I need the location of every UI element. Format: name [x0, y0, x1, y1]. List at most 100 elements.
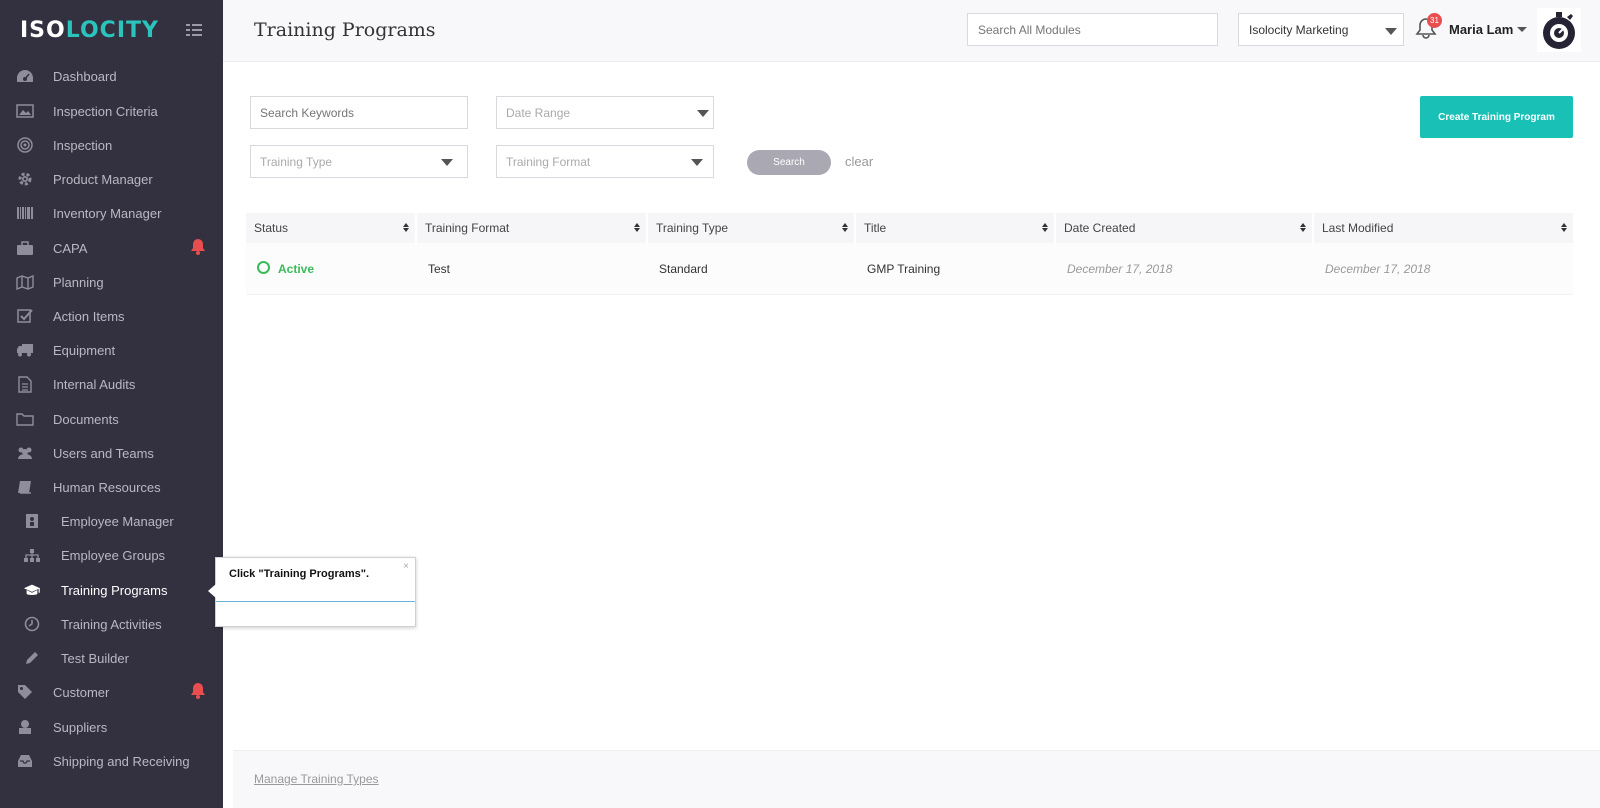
- date-range-value: Date Range: [506, 105, 571, 120]
- sidebar-item-label: Product Manager: [53, 171, 153, 187]
- table-header: Status Training Format Training Type Tit…: [246, 213, 1573, 243]
- sidebar-item-label: Employee Groups: [61, 547, 166, 563]
- table-row[interactable]: Active Test Standard GMP Training Decemb…: [246, 243, 1573, 295]
- sort-icon: [1300, 223, 1306, 233]
- id-badge-icon: [23, 512, 41, 530]
- avatar[interactable]: [1537, 8, 1581, 52]
- target-icon: [16, 136, 34, 154]
- sidebar-item-label: Users and Teams: [53, 445, 154, 461]
- date-range-select[interactable]: Date Range: [496, 96, 714, 129]
- barcode-icon: [16, 204, 34, 222]
- company-select-value: Isolocity Marketing: [1249, 23, 1349, 37]
- sidebar-item-shipping-and-receiving[interactable]: Shipping and Receiving: [0, 744, 223, 778]
- document-icon: [16, 375, 34, 393]
- notification-count-badge: 31: [1427, 13, 1442, 28]
- sidebar-item-label: Equipment: [53, 342, 116, 358]
- column-header-last-modified[interactable]: Last Modified: [1314, 213, 1573, 243]
- column-header-label: Training Type: [656, 221, 729, 235]
- logo-iso-text: ISO: [20, 18, 66, 43]
- sidebar-item-equipment[interactable]: Equipment: [0, 333, 223, 367]
- sidebar-item-label: Human Resources: [53, 479, 161, 495]
- book-icon: [16, 478, 34, 496]
- sidebar-item-employee-groups[interactable]: Employee Groups: [0, 538, 223, 572]
- menu-toggle-icon[interactable]: [186, 24, 202, 37]
- create-training-program-button[interactable]: Create Training Program: [1420, 96, 1573, 138]
- folder-icon: [16, 410, 34, 428]
- training-format-select[interactable]: Training Format: [496, 145, 714, 178]
- sidebar-item-label: Inspection: [53, 137, 113, 153]
- user-menu[interactable]: Maria Lam: [1449, 22, 1513, 37]
- close-icon[interactable]: ×: [403, 561, 409, 572]
- status-circle-icon: [257, 261, 270, 274]
- sidebar-item-label: Training Activities: [61, 616, 162, 632]
- cell-last-modified: December 17, 2018: [1325, 262, 1431, 276]
- cell-date-created: December 17, 2018: [1067, 262, 1173, 276]
- user-name: Maria Lam: [1449, 22, 1514, 37]
- sort-icon: [1042, 223, 1048, 233]
- sidebar-item-label: Training Programs: [61, 582, 168, 598]
- sidebar-item-action-items[interactable]: Action Items: [0, 299, 223, 333]
- sidebar-item-training-activities[interactable]: Training Activities: [0, 607, 223, 641]
- company-select[interactable]: Isolocity Marketing: [1238, 13, 1404, 46]
- sidebar-item-label: Inventory Manager: [53, 205, 162, 221]
- training-type-select[interactable]: Training Type: [250, 145, 468, 178]
- sidebar-item-label: Dashboard: [53, 68, 117, 84]
- column-header-title[interactable]: Title: [856, 213, 1056, 243]
- clear-link[interactable]: clear: [845, 154, 873, 169]
- sidebar-item-planning[interactable]: Planning: [0, 265, 223, 299]
- sidebar-item-test-builder[interactable]: Test Builder: [0, 641, 223, 675]
- sidebar-item-label: Test Builder: [61, 650, 129, 666]
- sidebar-item-training-programs[interactable]: Training Programs: [0, 573, 223, 607]
- column-header-label: Title: [864, 221, 887, 235]
- sidebar-item-dashboard[interactable]: Dashboard: [0, 59, 223, 93]
- sidebar-item-product-manager[interactable]: Product Manager: [0, 162, 223, 196]
- sidebar-item-suppliers[interactable]: Suppliers: [0, 710, 223, 744]
- sidebar-item-human-resources[interactable]: Human Resources: [0, 470, 223, 504]
- logo-locity-text: LOCITY: [65, 18, 159, 43]
- sidebar-item-inspection-criteria[interactable]: Inspection Criteria: [0, 94, 223, 128]
- search-all-modules-input[interactable]: [967, 13, 1218, 46]
- sidebar-item-label: Documents: [53, 411, 119, 427]
- sidebar-item-label: Employee Manager: [61, 513, 174, 529]
- sidebar-item-label: Inspection Criteria: [53, 103, 158, 119]
- sort-icon: [634, 223, 640, 233]
- search-button[interactable]: Search: [747, 150, 831, 175]
- checkbox-icon: [16, 307, 34, 325]
- column-header-status[interactable]: Status: [246, 213, 417, 243]
- alert-bell-icon[interactable]: [190, 238, 206, 258]
- top-header: Training Programs Isolocity Marketing 31…: [223, 0, 1600, 62]
- sidebar-item-inspection[interactable]: Inspection: [0, 128, 223, 162]
- sidebar-item-internal-audits[interactable]: Internal Audits: [0, 367, 223, 401]
- sidebar-item-capa[interactable]: CAPA: [0, 231, 223, 265]
- chevron-down-icon: [691, 159, 703, 166]
- user-chevron-down-icon[interactable]: [1517, 27, 1527, 32]
- chevron-down-icon: [697, 110, 709, 117]
- alert-bell-icon[interactable]: [190, 682, 206, 702]
- briefcase-icon: [16, 239, 34, 257]
- status-badge: Active: [278, 262, 315, 276]
- sidebar-item-label: Customer: [53, 684, 110, 700]
- column-header-label: Training Format: [425, 221, 510, 235]
- sidebar-item-label: Shipping and Receiving: [53, 753, 190, 769]
- app-logo[interactable]: ISOLOCITY: [20, 18, 159, 43]
- tooltip-divider: [216, 601, 415, 602]
- main-content: Date Range Training Type Training Format…: [223, 62, 1600, 750]
- page-title: Training Programs: [254, 19, 436, 41]
- sort-icon: [403, 223, 409, 233]
- column-header-training-format[interactable]: Training Format: [417, 213, 648, 243]
- sidebar-item-label: CAPA: [53, 240, 88, 256]
- sidebar-item-customer[interactable]: Customer: [0, 675, 223, 709]
- sidebar-item-users-and-teams[interactable]: Users and Teams: [0, 436, 223, 470]
- guide-tooltip: Click "Training Programs". ×: [208, 557, 416, 627]
- training-type-value: Training Type: [260, 154, 333, 169]
- column-header-training-type[interactable]: Training Type: [648, 213, 856, 243]
- sidebar-item-employee-manager[interactable]: Employee Manager: [0, 504, 223, 538]
- sidebar-item-inventory-manager[interactable]: Inventory Manager: [0, 196, 223, 230]
- gear-icon: [16, 170, 34, 188]
- sort-icon: [1561, 223, 1567, 233]
- sidebar-item-documents[interactable]: Documents: [0, 402, 223, 436]
- search-keywords-input[interactable]: [250, 96, 468, 129]
- cell-training-type: Standard: [659, 262, 708, 276]
- manage-training-types-link[interactable]: Manage Training Types: [254, 772, 379, 786]
- column-header-date-created[interactable]: Date Created: [1056, 213, 1314, 243]
